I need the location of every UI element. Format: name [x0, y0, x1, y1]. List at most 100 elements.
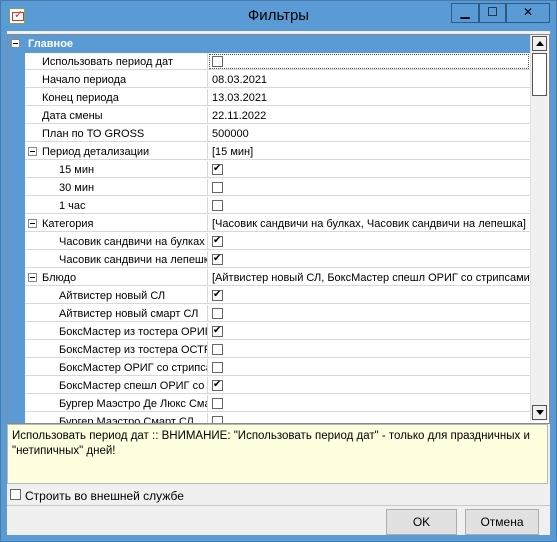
property-value[interactable]: 13.03.2021 — [208, 89, 530, 106]
row-gutter — [8, 377, 25, 395]
row-gutter — [8, 125, 25, 143]
property-row[interactable]: Часовик сандвичи на лепешках — [8, 251, 530, 269]
dish-checkbox[interactable] — [212, 323, 223, 339]
maximize-button[interactable]: ☐ — [479, 3, 506, 23]
property-row[interactable]: План по ТО GROSS 500000 — [8, 125, 530, 143]
property-row[interactable]: Конец периода 13.03.2021 — [8, 89, 530, 107]
property-row[interactable]: Дата смены 22.11.2022 — [8, 107, 530, 125]
property-row[interactable]: Айтвистер новый смарт СЛ — [8, 305, 530, 323]
category-flatbread-checkbox[interactable] — [212, 251, 223, 267]
property-value[interactable]: [Айтвистер новый СЛ, БоксМастер спешл ОР… — [208, 269, 530, 286]
property-row[interactable]: Бургер Маэстро Смарт СЛ — [8, 413, 530, 423]
row-gutter — [8, 197, 25, 215]
property-row[interactable]: Бургер Маэстро Де Люкс Смак — [8, 395, 530, 413]
dish-checkbox[interactable] — [212, 397, 223, 409]
row-gutter — [8, 89, 25, 107]
property-value[interactable] — [208, 197, 530, 214]
property-name: 15 мин — [25, 161, 208, 178]
property-value[interactable] — [208, 323, 530, 340]
property-row-expandable[interactable]: Блюдо [Айтвистер новый СЛ, БоксМастер сп… — [8, 269, 530, 287]
row-gutter — [8, 251, 25, 269]
dish-checkbox[interactable] — [212, 377, 223, 393]
row-gutter — [8, 179, 25, 197]
property-name: Категория — [25, 215, 208, 232]
row-gutter — [8, 233, 25, 251]
cancel-button[interactable]: Отмена — [465, 509, 539, 535]
property-row[interactable]: 1 час — [8, 197, 530, 215]
vertical-scrollbar[interactable] — [530, 35, 548, 421]
row-gutter — [8, 305, 25, 323]
property-row[interactable]: БоксМастер спешл ОРИГ со стрипсами — [8, 377, 530, 395]
row-gutter — [8, 107, 25, 125]
external-service-checkbox[interactable] — [10, 489, 21, 500]
property-name: 30 мин — [25, 179, 208, 196]
collapse-icon[interactable] — [28, 147, 37, 156]
minimize-button[interactable]: ▁ — [451, 3, 479, 23]
external-service-label[interactable]: Строить во внешней службе — [25, 489, 184, 503]
title-bar[interactable]: Фильтры ▁ ☐ ✕ — [1, 1, 556, 31]
category-row-main[interactable]: Главное — [8, 35, 530, 53]
description-panel: Использовать период дат :: ВНИМАНИЕ: "Ис… — [7, 424, 548, 484]
collapse-icon[interactable] — [11, 39, 20, 48]
property-value[interactable]: 08.03.2021 — [208, 71, 530, 88]
property-value[interactable]: 22.11.2022 — [208, 107, 530, 124]
close-button[interactable]: ✕ — [506, 3, 550, 23]
row-gutter — [8, 215, 25, 233]
property-value[interactable]: 500000 — [208, 125, 530, 142]
property-row-expandable[interactable]: Период детализации [15 мин] — [8, 143, 530, 161]
ok-button[interactable]: OK — [386, 509, 457, 535]
property-value[interactable] — [208, 305, 530, 322]
dish-checkbox[interactable] — [212, 361, 223, 373]
category-buns-checkbox[interactable] — [212, 233, 223, 249]
row-gutter — [8, 269, 25, 287]
property-row[interactable]: 15 мин — [8, 161, 530, 179]
property-value[interactable] — [208, 413, 530, 423]
scroll-up-icon[interactable] — [532, 36, 547, 51]
row-gutter — [8, 287, 25, 305]
property-value[interactable] — [208, 179, 530, 196]
property-row[interactable]: Начало периода 08.03.2021 — [8, 71, 530, 89]
min30-checkbox[interactable] — [212, 181, 223, 193]
property-row[interactable]: 30 мин — [8, 179, 530, 197]
dish-checkbox[interactable] — [212, 415, 223, 423]
property-name: БоксМастер ОРИГ со стрипсами — [25, 359, 208, 376]
property-row[interactable]: БоксМастер из тостера ОСТР — [8, 341, 530, 359]
property-value[interactable] — [208, 161, 530, 178]
dish-checkbox[interactable] — [212, 343, 223, 355]
property-row-expandable[interactable]: Категория [Часовик сандвичи на булках, Ч… — [8, 215, 530, 233]
row-gutter — [8, 143, 25, 161]
property-name: Часовик сандвичи на лепешках — [25, 251, 208, 268]
divider — [7, 505, 550, 506]
property-name: 1 час — [25, 197, 208, 214]
property-value[interactable] — [208, 251, 530, 268]
use-period-checkbox[interactable] — [212, 55, 223, 67]
row-gutter — [8, 71, 25, 89]
property-grid: Главное Использовать период дат Начало п… — [7, 34, 550, 424]
property-value[interactable]: [15 мин] — [208, 143, 530, 160]
property-value[interactable] — [208, 287, 530, 304]
property-name: Начало периода — [25, 71, 208, 88]
property-value[interactable]: [Часовик сандвичи на булках, Часовик сан… — [208, 215, 530, 232]
dish-checkbox[interactable] — [212, 287, 223, 303]
property-value[interactable] — [208, 377, 530, 394]
collapse-icon[interactable] — [28, 219, 37, 228]
property-row[interactable]: Часовик сандвичи на булках — [8, 233, 530, 251]
property-name: Часовик сандвичи на булках — [25, 233, 208, 250]
property-row[interactable]: БоксМастер из тостера ОРИГ — [8, 323, 530, 341]
property-value[interactable] — [208, 53, 530, 70]
row-gutter — [8, 53, 25, 71]
collapse-icon[interactable] — [28, 273, 37, 282]
scroll-thumb[interactable] — [532, 53, 547, 96]
property-value[interactable] — [208, 233, 530, 250]
property-row[interactable]: Использовать период дат — [8, 53, 530, 71]
scroll-down-icon[interactable] — [532, 405, 547, 420]
property-row[interactable]: БоксМастер ОРИГ со стрипсами — [8, 359, 530, 377]
min15-checkbox[interactable] — [212, 161, 223, 177]
hour1-checkbox[interactable] — [212, 199, 223, 211]
property-row[interactable]: Айтвистер новый СЛ — [8, 287, 530, 305]
property-value[interactable] — [208, 359, 530, 376]
property-value[interactable] — [208, 341, 530, 358]
property-value[interactable] — [208, 395, 530, 412]
property-name: Бургер Маэстро Де Люкс Смак — [25, 395, 208, 412]
dish-checkbox[interactable] — [212, 307, 223, 319]
